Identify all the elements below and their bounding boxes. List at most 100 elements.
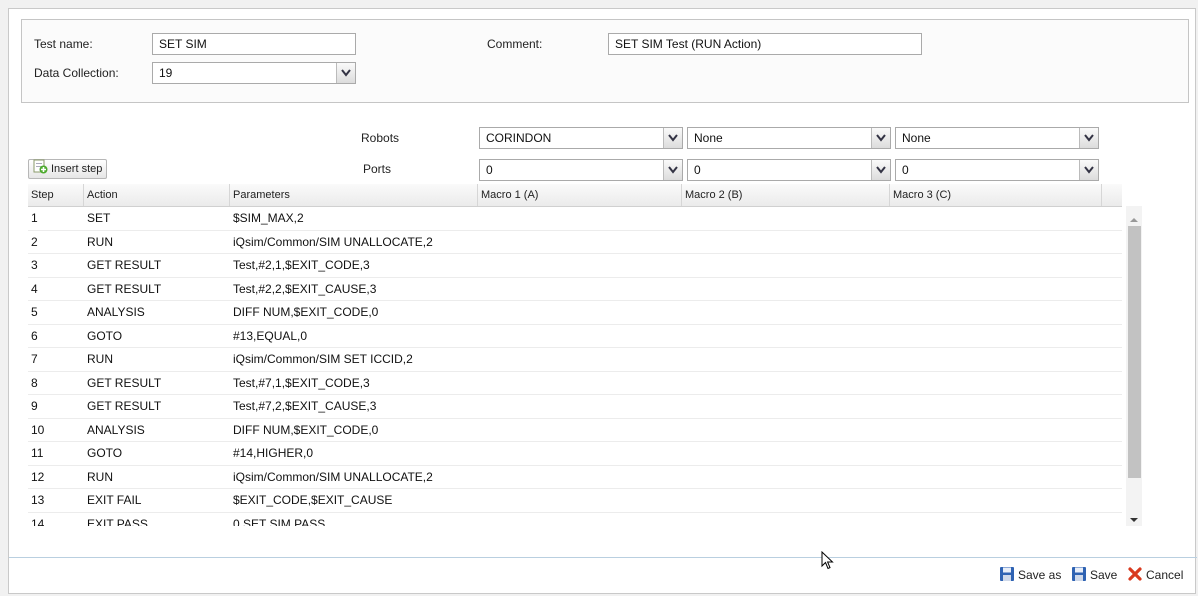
column-header-step[interactable]: Step [28,184,84,206]
action-cell: GOTO [87,446,123,460]
port-3-select[interactable]: 0 [895,159,1099,181]
table-row[interactable]: 4 GET RESULT Test,#2,2,$EXIT_CAUSE,3 [28,278,1122,301]
parameters-cell: 0,SET SIM PASS [233,516,326,527]
comment-input[interactable]: SET SIM Test (RUN Action) [608,33,922,55]
robots-label: Robots [361,131,400,145]
robot-2-value: None [694,131,723,145]
table-row[interactable]: 10 ANALYSIS DIFF NUM,$EXIT_CODE,0 [28,419,1122,442]
data-collection-select[interactable]: 19 [152,62,356,84]
robot-3-value: None [902,131,931,145]
action-cell: ANALYSIS [87,305,145,319]
save-button[interactable]: Save [1071,565,1117,585]
step-cell: 6 [31,328,38,343]
step-cell: 9 [31,399,38,413]
step-cell: 8 [31,375,38,390]
table-row[interactable]: 14 EXIT PASS 0,SET SIM PASS [28,513,1122,527]
table-row[interactable]: 8 GET RESULT Test,#7,1,$EXIT_CODE,3 [28,372,1122,395]
red-x-icon [1127,566,1143,585]
table-row[interactable]: 6 GOTO #13,EQUAL,0 [28,325,1122,348]
test-name-input[interactable]: SET SIM [152,33,356,55]
table-row[interactable]: 7 RUN iQsim/Common/SIM SET ICCID,2 [28,348,1122,372]
save-as-button[interactable]: Save as [999,565,1061,585]
chevron-down-icon[interactable] [336,63,355,83]
port-3-value: 0 [902,163,909,177]
parameters-cell: #14,HIGHER,0 [233,446,314,460]
column-header-parameters[interactable]: Parameters [230,184,478,206]
cancel-label: Cancel [1146,568,1184,582]
parameters-cell: DIFF NUM,$EXIT_CODE,0 [233,305,379,319]
parameters-cell: Test,#2,2,$EXIT_CAUSE,3 [233,281,377,296]
column-header-action[interactable]: Action [84,184,230,206]
port-2-value: 0 [694,163,701,177]
step-cell: 1 [31,211,38,225]
step-cell: 5 [31,305,38,319]
footer-separator [9,557,1197,558]
column-header-macro-1[interactable]: Macro 1 (A) [478,184,682,206]
port-1-select[interactable]: 0 [479,159,683,181]
column-header-macro-2[interactable]: Macro 2 (B) [682,184,890,206]
action-cell: ANALYSIS [87,422,145,437]
table-row[interactable]: 2 RUN iQsim/Common/SIM UNALLOCATE,2 [28,231,1122,254]
edit-test-dialog: Test name: SET SIM Comment: SET SIM Test… [8,8,1197,594]
action-cell: RUN [87,352,113,366]
port-1-value: 0 [486,163,493,177]
table-row[interactable]: 12 RUN iQsim/Common/SIM UNALLOCATE,2 [28,466,1122,489]
column-header-macro-3[interactable]: Macro 3 (C) [890,184,1102,206]
parameters-cell: $SIM_MAX,2 [233,211,304,225]
action-cell: GET RESULT [87,258,162,272]
scrollbar-thumb[interactable] [1128,226,1141,478]
action-cell: GET RESULT [87,281,162,296]
chevron-down-icon[interactable] [663,160,682,180]
data-collection-label: Data Collection: [34,66,119,80]
save-as-label: Save as [1018,568,1062,582]
test-name-label: Test name: [34,37,93,51]
floppy-disk-icon [1071,566,1087,585]
step-cell: 10 [31,422,45,437]
chevron-down-icon[interactable] [663,128,682,148]
data-collection-value: 19 [159,66,173,80]
robot-3-select[interactable]: None [895,127,1099,149]
grid-header: Step Action Parameters Macro 1 (A) Macro… [28,184,1122,207]
parameters-cell: Test,#7,2,$EXIT_CAUSE,3 [233,399,377,413]
step-cell: 14 [31,516,45,527]
insert-step-button[interactable]: Insert step [28,158,108,180]
parameters-cell: Test,#7,1,$EXIT_CODE,3 [233,375,370,390]
grid-scrollbar[interactable] [1126,206,1142,526]
step-cell: 11 [31,446,44,460]
robot-2-select[interactable]: None [687,127,891,149]
table-row[interactable]: 3 GET RESULT Test,#2,1,$EXIT_CODE,3 [28,254,1122,278]
chevron-down-icon[interactable] [1079,128,1098,148]
steps-grid: Step Action Parameters Macro 1 (A) Macro… [28,184,1142,526]
action-cell: GOTO [87,328,123,343]
table-row[interactable]: 9 GET RESULT Test,#7,2,$EXIT_CAUSE,3 [28,395,1122,419]
cancel-button[interactable]: Cancel [1127,565,1183,585]
action-cell: GET RESULT [87,399,162,413]
table-row[interactable]: 13 EXIT FAIL $EXIT_CODE,$EXIT_CAUSE [28,489,1122,513]
chevron-down-icon[interactable] [871,160,890,180]
action-cell: RUN [87,234,113,249]
parameters-cell: #13,EQUAL,0 [233,328,308,343]
parameters-cell: iQsim/Common/SIM UNALLOCATE,2 [233,469,433,484]
table-row[interactable]: 1 SET $SIM_MAX,2 [28,207,1122,231]
parameters-cell: iQsim/Common/SIM SET ICCID,2 [233,352,413,366]
parameters-cell: iQsim/Common/SIM UNALLOCATE,2 [233,234,433,249]
port-2-select[interactable]: 0 [687,159,891,181]
step-cell: 7 [31,352,38,366]
table-row[interactable]: 5 ANALYSIS DIFF NUM,$EXIT_CODE,0 [28,301,1122,325]
comment-label: Comment: [487,37,543,51]
insert-step-label: Insert step [51,163,103,175]
chevron-down-icon[interactable] [871,128,890,148]
action-cell: EXIT PASS [87,516,148,527]
ports-label: Ports [363,162,392,176]
scroll-up-icon[interactable] [1129,212,1139,226]
mouse-pointer-icon [821,550,835,574]
robot-1-select[interactable]: CORINDON [479,127,683,149]
grid-rows: 1 SET $SIM_MAX,2 2 RUN iQsim/Common/SIM UNALL… [28,207,1122,526]
step-cell: 13 [31,493,45,507]
table-row[interactable]: 11 GOTO #14,HIGHER,0 [28,442,1122,466]
action-cell: SET [87,211,111,225]
chevron-down-icon[interactable] [1079,160,1098,180]
insert-step-icon [32,158,48,180]
test-properties-panel: Test name: SET SIM Comment: SET SIM Test… [21,19,1189,103]
scroll-down-icon[interactable] [1129,512,1139,526]
